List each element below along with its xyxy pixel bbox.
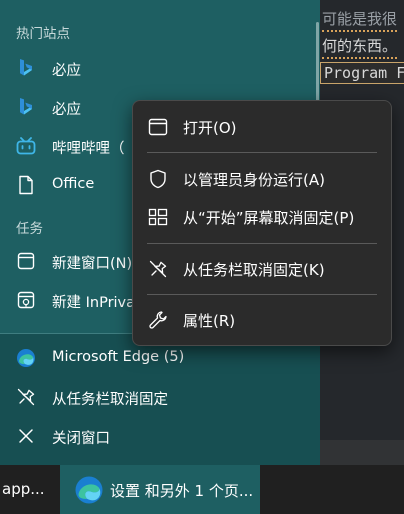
unpin-from-taskbar-item[interactable]: 从任务栏取消固定	[0, 378, 318, 416]
menu-item-label: 属性(R)	[183, 312, 236, 330]
taskbar-button-app[interactable]: app...	[0, 465, 60, 514]
close-window-item[interactable]: 关闭窗口	[0, 417, 318, 455]
jump-item-label: 关闭窗口	[52, 431, 110, 447]
editor-bottom-strip	[318, 440, 404, 465]
menu-item-open[interactable]: 打开(O)	[133, 110, 391, 144]
close-icon	[16, 426, 36, 446]
menu-item-run-as-admin[interactable]: 以管理员身份运行(A)	[133, 162, 391, 196]
edge-icon	[74, 475, 104, 505]
taskbar: app... 设置 和另外 1 个页...	[0, 465, 404, 514]
jump-item-label: 哔哩哔哩（	[52, 141, 125, 157]
editor-text-line-1: 可能是我很	[322, 8, 398, 32]
window-icon	[147, 117, 169, 137]
editor-text-line-3: Program F	[320, 62, 404, 84]
unpin-icon	[16, 387, 36, 407]
tasks-header: 任务	[16, 221, 43, 237]
menu-item-properties[interactable]: 属性(R)	[133, 303, 391, 337]
frequent-sites-header: 热门站点	[16, 26, 70, 42]
context-menu: 打开(O) 以管理员身份运行(A) 从“开始”屏幕取消固定(P) 从任务栏取消固…	[132, 100, 392, 346]
bilibili-icon	[16, 136, 36, 156]
menu-item-label: 打开(O)	[183, 119, 237, 137]
jump-item-label: 从任务栏取消固定	[52, 392, 168, 408]
menu-separator	[147, 243, 377, 244]
menu-item-unpin-from-start[interactable]: 从“开始”屏幕取消固定(P)	[133, 200, 391, 234]
document-icon	[16, 175, 36, 195]
shield-icon	[147, 169, 169, 189]
taskbar-button-edge[interactable]: 设置 和另外 1 个页...	[60, 465, 260, 514]
wrench-icon	[147, 310, 169, 330]
menu-item-label: 以管理员身份运行(A)	[183, 171, 325, 189]
jump-item-label: Microsoft Edge (5)	[52, 349, 185, 365]
inprivate-window-icon	[16, 290, 36, 310]
jump-item-label: 新建窗口(N)	[52, 256, 133, 272]
edge-icon	[16, 348, 36, 368]
menu-item-unpin-from-taskbar[interactable]: 从任务栏取消固定(K)	[133, 252, 391, 286]
jump-item-label: 必应	[52, 102, 81, 118]
menu-separator	[147, 294, 377, 295]
jump-item-label: 必应	[52, 63, 81, 79]
taskbar-button-label: app...	[2, 480, 45, 498]
jump-item-bing-1[interactable]: 必应	[0, 49, 318, 87]
unpin-start-icon	[147, 207, 169, 227]
menu-item-label: 从任务栏取消固定(K)	[183, 261, 325, 279]
bing-icon	[16, 58, 36, 78]
bing-icon	[16, 97, 36, 117]
jump-item-label: Office	[52, 176, 95, 192]
jump-item-label: 新建 InPrivat	[52, 295, 141, 311]
menu-separator	[147, 152, 377, 153]
unpin-icon	[147, 259, 169, 279]
editor-text-line-2: 何的东西。	[322, 35, 398, 59]
menu-item-label: 从“开始”屏幕取消固定(P)	[183, 209, 355, 227]
window-icon	[16, 251, 36, 271]
taskbar-button-label: 设置 和另外 1 个页...	[110, 482, 254, 500]
